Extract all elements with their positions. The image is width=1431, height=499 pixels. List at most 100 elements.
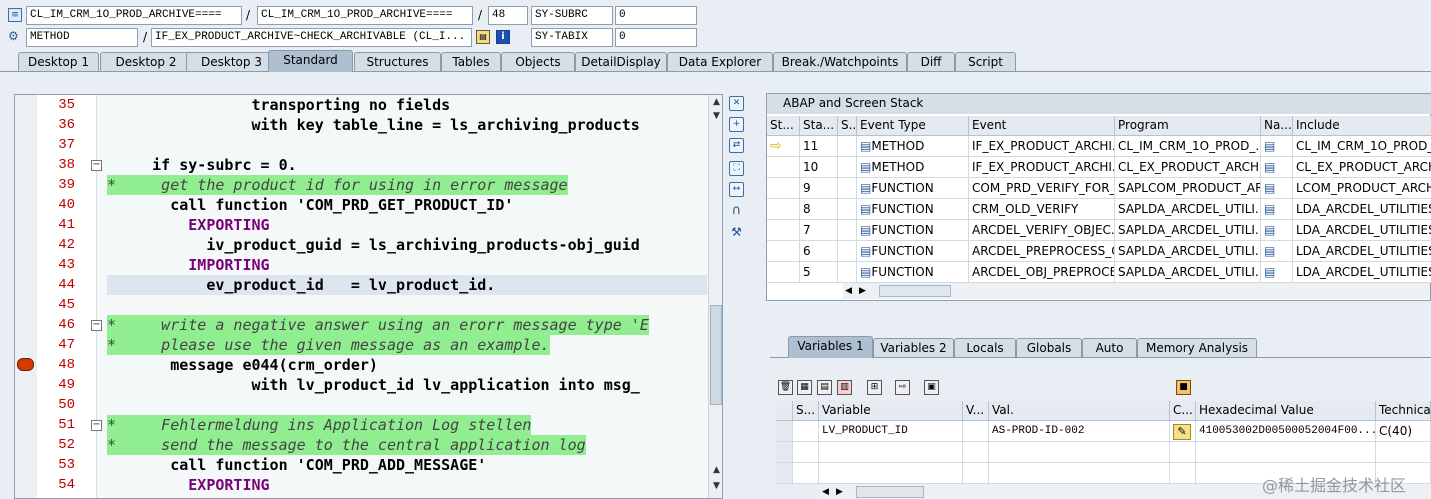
pencil-icon[interactable]: ✎ [1173, 424, 1191, 440]
editor-vertical-scrollbar[interactable]: ▲ ▼ ▲ ▼ [708, 95, 722, 498]
col-header[interactable]: Program [1115, 116, 1261, 136]
stack-program[interactable]: SAPLCOM_PRODUCT_AR... [1115, 178, 1261, 199]
scroll-left-icon[interactable]: ◀ [845, 283, 852, 299]
maximize-icon[interactable]: ⛶ [729, 161, 744, 176]
scroll-right-icon[interactable]: ▶ [836, 484, 843, 499]
col-header[interactable]: Hexadecimal Value [1196, 401, 1376, 421]
var-hex-cell[interactable]: 410053002D00500052004F00... [1196, 421, 1376, 442]
stack-navigate-cell[interactable]: ▤ [1261, 178, 1293, 199]
main-program-field[interactable]: CL_IM_CRM_1O_PROD_ARCHIVE==== [26, 6, 242, 25]
stack-program[interactable]: CL_IM_CRM_1O_PROD_... [1115, 136, 1261, 157]
method-name-field[interactable]: IF_EX_PRODUCT_ARCHIVE~CHECK_ARCHIVABLE (… [151, 28, 472, 47]
scroll-down-icon[interactable]: ▲ [709, 463, 722, 477]
tab-structures[interactable]: Structures [354, 52, 441, 71]
tab-break-watchpoints[interactable]: Break./Watchpoints [773, 52, 907, 71]
stack-navigate-cell[interactable]: ▤ [1261, 157, 1293, 178]
code-line[interactable]: iv_product_guid = ls_archiving_products-… [107, 235, 640, 255]
code-line[interactable]: call function 'COM_PRD_ADD_MESSAGE' [107, 455, 486, 475]
comment-line[interactable]: * get the product id for using in error … [107, 175, 568, 195]
navigate-icon[interactable]: ▤ [1264, 265, 1275, 279]
tab-locals[interactable]: Locals [954, 338, 1016, 357]
col-header[interactable]: Event Type [857, 116, 969, 136]
empty-cell[interactable] [819, 442, 963, 463]
col-header[interactable]: Sta... [800, 116, 838, 136]
source-code-editor[interactable]: 35 transporting no fields 36 with key ta… [14, 94, 723, 499]
insert-row-icon[interactable]: ▦ [797, 380, 812, 395]
row-selector[interactable] [776, 421, 793, 442]
stack-program[interactable]: SAPLDA_ARCDEL_UTILI... [1115, 241, 1261, 262]
row-selector[interactable] [776, 442, 793, 463]
services-icon[interactable]: ∩ [729, 204, 744, 219]
code-line[interactable]: IMPORTING [107, 255, 269, 275]
close-icon[interactable]: ✕ [729, 96, 744, 111]
tab-standard[interactable]: Standard [268, 50, 353, 72]
tab-data-explorer[interactable]: Data Explorer [667, 52, 773, 71]
col-header[interactable]: Technical [1376, 401, 1431, 421]
scroll-left-icon[interactable]: ◀ [822, 484, 829, 499]
scroll-thumb[interactable] [879, 285, 951, 297]
object-icon[interactable]: ▣ [924, 380, 939, 395]
tab-memory-analysis[interactable]: Memory Analysis [1137, 338, 1257, 357]
scroll-up-icon[interactable]: ▼ [709, 109, 722, 123]
swap-icon[interactable]: ↔ [729, 182, 744, 197]
navigate-icon[interactable]: ▤ [1264, 160, 1275, 174]
tab-script[interactable]: Script [955, 52, 1016, 71]
stack-program[interactable]: CL_EX_PRODUCT_ARCHI... [1115, 157, 1261, 178]
stack-include[interactable]: CL_EX_PRODUCT_ARCHI [1293, 157, 1431, 178]
settings-icon[interactable]: ⚒ [729, 226, 744, 241]
empty-cell[interactable] [819, 463, 963, 484]
tab-detaildisplay[interactable]: DetailDisplay [575, 52, 667, 71]
stack-select-cell[interactable] [838, 199, 857, 220]
stack-event[interactable]: IF_EX_PRODUCT_ARCHI... [969, 136, 1115, 157]
sysvar-value-field[interactable]: 0 [615, 28, 697, 47]
stack-select-cell[interactable] [838, 262, 857, 283]
replace-tool-icon[interactable]: ⇄ [729, 138, 744, 153]
stack-event-type[interactable]: ▤FUNCTION [857, 199, 969, 220]
stack-event[interactable]: IF_EX_PRODUCT_ARCHI... [969, 157, 1115, 178]
stack-include[interactable]: LCOM_PRODUCT_ARCHI... [1293, 178, 1431, 199]
navigate-icon[interactable]: ⇨ [895, 380, 910, 395]
col-header[interactable]: V... [963, 401, 989, 421]
detail-icon[interactable]: ▤ [817, 380, 832, 395]
code-line[interactable]: message e044(crm_order) [107, 355, 378, 375]
fold-toggle-icon[interactable]: − [91, 320, 102, 331]
stack-select-cell[interactable] [838, 220, 857, 241]
stack-include[interactable]: LDA_ARCDEL_UTILITIES... [1293, 199, 1431, 220]
empty-cell[interactable] [989, 442, 1170, 463]
event-type-field[interactable]: METHOD [26, 28, 138, 47]
tab-desktop-3[interactable]: Desktop 3 [186, 52, 277, 71]
tab-desktop-1[interactable]: Desktop 1 [18, 52, 99, 71]
col-header[interactable]: Val. [989, 401, 1170, 421]
comment-line[interactable]: * send the message to the central applic… [107, 435, 586, 455]
stack-event-type[interactable]: ▤FUNCTION [857, 178, 969, 199]
stack-event[interactable]: ARCDEL_OBJ_PREPROCE... [969, 262, 1115, 283]
delete-icon[interactable]: 🗑 [778, 380, 793, 395]
row-selector[interactable] [776, 463, 793, 484]
var-change-cell[interactable]: ✎ [1170, 421, 1196, 442]
scroll-thumb[interactable] [856, 486, 924, 498]
line-number-field[interactable]: 48 [488, 6, 528, 25]
stack-event[interactable]: COM_PRD_VERIFY_FOR_... [969, 178, 1115, 199]
sysvar-name-field[interactable]: SY-SUBRC [531, 6, 613, 25]
navigate-icon[interactable]: ▤ [1264, 244, 1275, 258]
tab-variables-1[interactable]: Variables 1 [788, 336, 873, 358]
code-line[interactable]: with lv_product_id lv_application into m… [107, 375, 639, 395]
stack-program[interactable]: SAPLDA_ARCDEL_UTILI... [1115, 199, 1261, 220]
breakpoint-gutter[interactable] [15, 95, 37, 498]
stack-event[interactable]: CRM_OLD_VERIFY [969, 199, 1115, 220]
stack-include[interactable]: LDA_ARCDEL_UTILITIES... [1293, 262, 1431, 283]
stack-event-type[interactable]: ▤FUNCTION [857, 241, 969, 262]
col-header[interactable]: Variable [819, 401, 963, 421]
stack-program[interactable]: SAPLDA_ARCDEL_UTILI... [1115, 262, 1261, 283]
tab-objects[interactable]: Objects [501, 52, 575, 71]
navigate-icon[interactable]: ▤ [1264, 202, 1275, 216]
tab-desktop-2[interactable]: Desktop 2 [100, 52, 192, 71]
tab-variables-2[interactable]: Variables 2 [873, 338, 954, 357]
stack-include[interactable]: CL_IM_CRM_1O_PROD_... [1293, 136, 1431, 157]
stack-include[interactable]: LDA_ARCDEL_UTILITIES... [1293, 220, 1431, 241]
navigate-icon[interactable]: ▤ [1264, 223, 1275, 237]
scroll-right-icon[interactable]: ▶ [859, 283, 866, 299]
sysvar-value-field[interactable]: 0 [615, 6, 697, 25]
stack-event[interactable]: ARCDEL_PREPROCESS_O... [969, 241, 1115, 262]
stack-navigate-cell[interactable]: ▤ [1261, 241, 1293, 262]
